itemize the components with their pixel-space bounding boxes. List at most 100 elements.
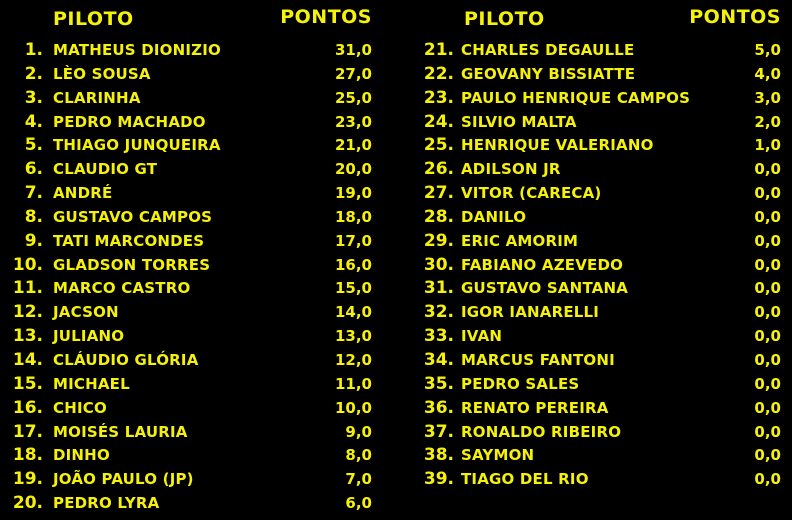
position-number: 6. [24, 159, 43, 180]
pilot-name: GEOVANY BISSIATTE [461, 64, 636, 83]
position-number: 14. [12, 349, 43, 370]
pilot-points: 0,0 [754, 303, 781, 322]
position-number: 2. [24, 63, 43, 84]
pilot-points: 1,0 [754, 136, 781, 155]
column-header: PILOTO PONTOS [408, 6, 792, 34]
standing-row: 18. DINHO 8,0 [0, 444, 380, 468]
standing-row: 7. ANDRÉ 19,0 [0, 182, 380, 206]
pilot-points: 5,0 [754, 41, 781, 59]
pilot-points: 6,0 [345, 494, 372, 513]
pilot-points: 0,0 [754, 398, 781, 417]
standing-row: 5. THIAGO JUNQUEIRA 21,0 [0, 134, 380, 158]
pilot-name: SILVIO MALTA [461, 112, 577, 131]
pilot-name: MOISÉS LAURIA [53, 422, 188, 441]
position-number: 30. [423, 254, 454, 275]
standing-row: 27. VITOR (CARECA) 0,0 [408, 182, 792, 206]
pilot-points: 21,0 [334, 136, 372, 155]
position-number: 39. [423, 469, 454, 490]
standing-row: 8. GUSTAVO CAMPOS 18,0 [0, 206, 380, 230]
pilot-header: PILOTO [53, 8, 134, 30]
position-number: 4. [24, 111, 43, 132]
standing-row: 20. PEDRO LYRA 6,0 [0, 492, 380, 516]
pilot-points: 19,0 [334, 184, 372, 203]
pilot-name: CLÁUDIO GLÓRIA [53, 350, 199, 369]
pilot-name: JACSON [53, 303, 119, 322]
position-number: 31. [423, 278, 454, 299]
pilot-name: PAULO HENRIQUE CAMPOS [461, 88, 691, 107]
position-number: 7. [24, 183, 43, 204]
standings-list: 1. MATHEUS DIONIZIO 31,0 2. LÈO SOUSA 27,0 3. C… [0, 39, 380, 516]
pilot-name: THIAGO JUNQUEIRA [53, 136, 221, 155]
standing-row: 16. CHICO 10,0 [0, 397, 380, 421]
pilot-name: GUSTAVO CAMPOS [53, 207, 213, 226]
pilot-name: VITOR (CARECA) [461, 184, 602, 203]
pilot-points: 0,0 [754, 446, 781, 465]
points-header: PONTOS [280, 6, 372, 28]
position-number: 13. [12, 326, 43, 347]
standing-row: 33. IVAN 0,0 [408, 325, 792, 349]
position-number: 23. [423, 87, 454, 108]
pilot-points: 17,0 [334, 231, 372, 250]
pilot-name: CHICO [53, 398, 107, 417]
standing-row: 2. LÈO SOUSA 27,0 [0, 63, 380, 87]
standing-row: 15. MICHAEL 11,0 [0, 373, 380, 397]
pilot-points: 8,0 [345, 446, 372, 465]
pilot-name: JULIANO [53, 327, 125, 346]
pilot-name: PEDRO LYRA [53, 494, 160, 513]
pilot-name: RENATO PEREIRA [461, 398, 609, 417]
pilot-points: 23,0 [334, 112, 372, 131]
position-number: 37. [423, 421, 454, 442]
pilot-points: 7,0 [345, 470, 372, 489]
column-header: PILOTO PONTOS [0, 6, 380, 34]
pilot-name: MATHEUS DIONIZIO [53, 41, 221, 59]
standing-row: 28. DANILO 0,0 [408, 206, 792, 230]
standing-row: 6. CLAUDIO GT 20,0 [0, 158, 380, 182]
pilot-name: GLADSON TORRES [53, 255, 211, 274]
position-number: 18. [12, 445, 43, 466]
standing-row: 25. HENRIQUE VALERIANO 1,0 [408, 134, 792, 158]
pilot-points: 0,0 [754, 422, 781, 441]
standings-list: 21. CHARLES DEGAULLE 5,0 22. GEOVANY BISSIAT… [408, 39, 792, 492]
pilot-name: GUSTAVO SANTANA [461, 279, 629, 298]
position-number: 35. [423, 373, 454, 394]
standing-row: 23. PAULO HENRIQUE CAMPOS 3,0 [408, 87, 792, 111]
pilot-name: DINHO [53, 446, 110, 465]
standing-row: 37. RONALDO RIBEIRO 0,0 [408, 421, 792, 445]
position-number: 36. [423, 397, 454, 418]
pilot-points: 15,0 [334, 279, 372, 298]
pilot-name: FABIANO AZEVEDO [461, 255, 624, 274]
pilot-points: 0,0 [754, 184, 781, 203]
pilot-name: IGOR IANARELLI [461, 303, 600, 322]
pilot-header: PILOTO [464, 8, 545, 30]
position-number: 17. [12, 421, 43, 442]
position-number: 21. [423, 40, 454, 60]
pilot-points: 3,0 [754, 88, 781, 107]
position-number: 28. [423, 206, 454, 227]
position-number: 8. [24, 206, 43, 227]
pilot-points: 0,0 [754, 255, 781, 274]
standing-row: 19. JOÃO PAULO (JP) 7,0 [0, 468, 380, 492]
standing-row: 39. TIAGO DEL RIO 0,0 [408, 468, 792, 492]
position-number: 24. [423, 111, 454, 132]
standing-row: 31. GUSTAVO SANTANA 0,0 [408, 277, 792, 301]
position-number: 11. [12, 278, 43, 299]
position-number: 32. [423, 302, 454, 323]
pilot-points: 11,0 [334, 374, 372, 393]
standing-row: 22. GEOVANY BISSIATTE 4,0 [408, 63, 792, 87]
pilot-points: 10,0 [334, 398, 372, 417]
standing-row: 26. ADILSON JR 0,0 [408, 158, 792, 182]
pilot-points: 0,0 [754, 327, 781, 346]
pilot-points: 0,0 [754, 160, 781, 179]
position-number: 34. [423, 349, 454, 370]
position-number: 5. [24, 135, 43, 156]
pilot-name: HENRIQUE VALERIANO [461, 136, 654, 155]
pilot-points: 9,0 [345, 422, 372, 441]
standing-row: 10. GLADSON TORRES 16,0 [0, 254, 380, 278]
pilot-name: ANDRÉ [53, 184, 113, 203]
pilot-name: ADILSON JR [461, 160, 561, 179]
standing-row: 38. SAYMON 0,0 [408, 444, 792, 468]
pilot-name: JOÃO PAULO (JP) [53, 470, 194, 489]
standing-row: 24. SILVIO MALTA 2,0 [408, 111, 792, 135]
pilot-points: 14,0 [334, 303, 372, 322]
position-number: 19. [12, 469, 43, 490]
